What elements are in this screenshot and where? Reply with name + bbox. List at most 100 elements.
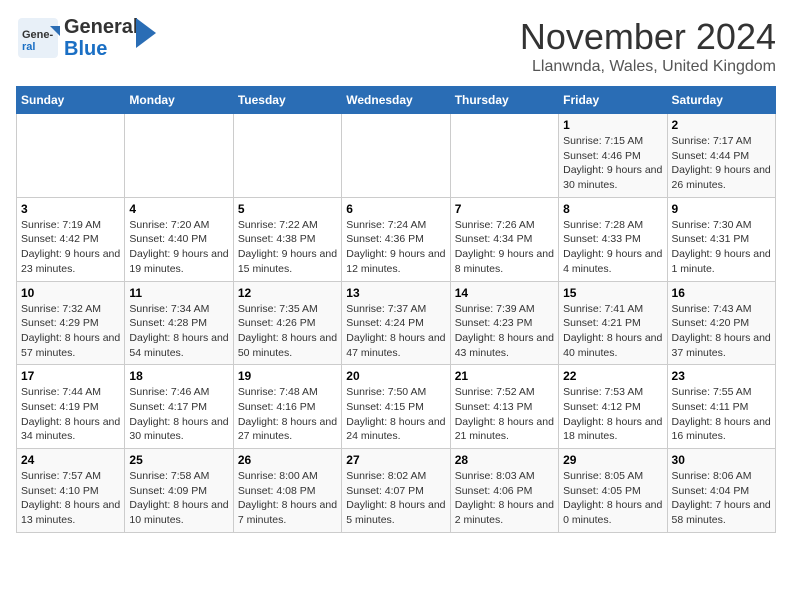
day-info: Sunrise: 7:44 AMSunset: 4:19 PMDaylight:… — [21, 385, 120, 444]
day-number: 2 — [672, 118, 771, 132]
day-info: Sunrise: 7:43 AMSunset: 4:20 PMDaylight:… — [672, 302, 771, 361]
weekday-header-monday: Monday — [125, 87, 233, 114]
day-info: Sunrise: 8:02 AMSunset: 4:07 PMDaylight:… — [346, 469, 445, 528]
day-number: 13 — [346, 286, 445, 300]
day-info: Sunrise: 7:50 AMSunset: 4:15 PMDaylight:… — [346, 385, 445, 444]
day-number: 5 — [238, 202, 337, 216]
day-info: Sunrise: 7:52 AMSunset: 4:13 PMDaylight:… — [455, 385, 554, 444]
day-number: 15 — [563, 286, 662, 300]
calendar-cell — [233, 114, 341, 198]
calendar-cell: 28 Sunrise: 8:03 AMSunset: 4:06 PMDayligh… — [450, 449, 558, 533]
calendar-cell — [125, 114, 233, 198]
calendar-cell: 24Sunrise: 7:57 AMSunset: 4:10 PMDayligh… — [17, 449, 125, 533]
calendar-cell: 19 Sunrise: 7:48 AMSunset: 4:16 PMDayligh… — [233, 365, 341, 449]
svg-text:ral: ral — [22, 41, 35, 53]
calendar-cell: 20 Sunrise: 7:50 AMSunset: 4:15 PMDayligh… — [342, 365, 450, 449]
logo-icon: Gene- ral — [16, 16, 60, 60]
day-number: 14 — [455, 286, 554, 300]
title-area: November 2024 Llanwnda, Wales, United Ki… — [520, 16, 776, 76]
weekday-header-thursday: Thursday — [450, 87, 558, 114]
day-number: 7 — [455, 202, 554, 216]
weekday-header-sunday: Sunday — [17, 87, 125, 114]
logo: Gene- ral General Blue — [16, 16, 156, 60]
calendar-cell: 15 Sunrise: 7:41 AMSunset: 4:21 PMDayligh… — [559, 281, 667, 365]
calendar-week-5: 24Sunrise: 7:57 AMSunset: 4:10 PMDayligh… — [17, 449, 776, 533]
day-info: Sunrise: 7:37 AMSunset: 4:24 PMDaylight:… — [346, 302, 445, 361]
month-title: November 2024 — [520, 16, 776, 58]
calendar-cell: 9 Sunrise: 7:30 AMSunset: 4:31 PMDaylight… — [667, 197, 775, 281]
day-info: Sunrise: 7:39 AMSunset: 4:23 PMDaylight:… — [455, 302, 554, 361]
calendar-cell: 30 Sunrise: 8:06 AMSunset: 4:04 PMDayligh… — [667, 449, 775, 533]
svg-text:Gene-: Gene- — [22, 29, 54, 41]
day-number: 22 — [563, 369, 662, 383]
day-info: Sunrise: 7:26 AMSunset: 4:34 PMDaylight:… — [455, 218, 554, 277]
day-info: Sunrise: 7:48 AMSunset: 4:16 PMDaylight:… — [238, 385, 337, 444]
day-info: Sunrise: 7:35 AMSunset: 4:26 PMDaylight:… — [238, 302, 337, 361]
day-number: 8 — [563, 202, 662, 216]
day-number: 12 — [238, 286, 337, 300]
day-info: Sunrise: 7:15 AMSunset: 4:46 PMDaylight:… — [563, 134, 662, 193]
calendar-body: 1 Sunrise: 7:15 AMSunset: 4:46 PMDaylight… — [17, 114, 776, 533]
calendar-cell: 10 Sunrise: 7:32 AMSunset: 4:29 PMDayligh… — [17, 281, 125, 365]
calendar-cell: 4Sunrise: 7:20 AMSunset: 4:40 PMDaylight… — [125, 197, 233, 281]
day-info: Sunrise: 7:17 AMSunset: 4:44 PMDaylight:… — [672, 134, 771, 193]
calendar-cell: 23 Sunrise: 7:55 AMSunset: 4:11 PMDayligh… — [667, 365, 775, 449]
calendar-cell: 5 Sunrise: 7:22 AMSunset: 4:38 PMDaylight… — [233, 197, 341, 281]
day-number: 24 — [21, 453, 120, 467]
calendar-cell: 16 Sunrise: 7:43 AMSunset: 4:20 PMDayligh… — [667, 281, 775, 365]
day-number: 9 — [672, 202, 771, 216]
calendar-cell: 26Sunrise: 8:00 AMSunset: 4:08 PMDayligh… — [233, 449, 341, 533]
location-title: Llanwnda, Wales, United Kingdom — [520, 58, 776, 76]
calendar-cell: 6 Sunrise: 7:24 AMSunset: 4:36 PMDaylight… — [342, 197, 450, 281]
calendar-cell: 22Sunrise: 7:53 AMSunset: 4:12 PMDayligh… — [559, 365, 667, 449]
day-info: Sunrise: 7:24 AMSunset: 4:36 PMDaylight:… — [346, 218, 445, 277]
day-number: 25 — [129, 453, 228, 467]
calendar-cell — [450, 114, 558, 198]
calendar-cell: 3 Sunrise: 7:19 AMSunset: 4:42 PMDaylight… — [17, 197, 125, 281]
day-number: 10 — [21, 286, 120, 300]
day-number: 19 — [238, 369, 337, 383]
day-number: 29 — [563, 453, 662, 467]
day-number: 17 — [21, 369, 120, 383]
calendar-cell: 14 Sunrise: 7:39 AMSunset: 4:23 PMDayligh… — [450, 281, 558, 365]
day-number: 21 — [455, 369, 554, 383]
day-number: 23 — [672, 369, 771, 383]
calendar-cell: 13 Sunrise: 7:37 AMSunset: 4:24 PMDayligh… — [342, 281, 450, 365]
logo-name-general: General — [64, 16, 138, 38]
day-info: Sunrise: 7:55 AMSunset: 4:11 PMDaylight:… — [672, 385, 771, 444]
calendar-cell: 1 Sunrise: 7:15 AMSunset: 4:46 PMDaylight… — [559, 114, 667, 198]
day-info: Sunrise: 7:30 AMSunset: 4:31 PMDaylight:… — [672, 218, 771, 277]
calendar-cell: 2 Sunrise: 7:17 AMSunset: 4:44 PMDaylight… — [667, 114, 775, 198]
day-info: Sunrise: 7:32 AMSunset: 4:29 PMDaylight:… — [21, 302, 120, 361]
logo-name-blue: Blue — [64, 38, 138, 60]
day-number: 3 — [21, 202, 120, 216]
logo-triangle-icon — [136, 18, 156, 48]
day-number: 6 — [346, 202, 445, 216]
day-info: Sunrise: 8:06 AMSunset: 4:04 PMDaylight:… — [672, 469, 771, 528]
day-number: 28 — [455, 453, 554, 467]
weekday-header-wednesday: Wednesday — [342, 87, 450, 114]
day-info: Sunrise: 8:00 AMSunset: 4:08 PMDaylight:… — [238, 469, 337, 528]
calendar-cell: 18Sunrise: 7:46 AMSunset: 4:17 PMDayligh… — [125, 365, 233, 449]
calendar-cell — [17, 114, 125, 198]
day-number: 20 — [346, 369, 445, 383]
header: Gene- ral General Blue November 2024 Lla… — [16, 16, 776, 76]
day-number: 16 — [672, 286, 771, 300]
day-number: 4 — [129, 202, 228, 216]
day-info: Sunrise: 7:41 AMSunset: 4:21 PMDaylight:… — [563, 302, 662, 361]
calendar-cell: 7 Sunrise: 7:26 AMSunset: 4:34 PMDaylight… — [450, 197, 558, 281]
calendar-week-1: 1 Sunrise: 7:15 AMSunset: 4:46 PMDaylight… — [17, 114, 776, 198]
calendar-cell: 11Sunrise: 7:34 AMSunset: 4:28 PMDayligh… — [125, 281, 233, 365]
day-info: Sunrise: 7:58 AMSunset: 4:09 PMDaylight:… — [129, 469, 228, 528]
day-number: 27 — [346, 453, 445, 467]
day-info: Sunrise: 7:28 AMSunset: 4:33 PMDaylight:… — [563, 218, 662, 277]
day-info: Sunrise: 7:19 AMSunset: 4:42 PMDaylight:… — [21, 218, 120, 277]
day-number: 18 — [129, 369, 228, 383]
day-info: Sunrise: 8:03 AMSunset: 4:06 PMDaylight:… — [455, 469, 554, 528]
day-number: 30 — [672, 453, 771, 467]
day-info: Sunrise: 8:05 AMSunset: 4:05 PMDaylight:… — [563, 469, 662, 528]
calendar-cell: 29 Sunrise: 8:05 AMSunset: 4:05 PMDayligh… — [559, 449, 667, 533]
day-number: 1 — [563, 118, 662, 132]
day-info: Sunrise: 7:22 AMSunset: 4:38 PMDaylight:… — [238, 218, 337, 277]
calendar-cell: 21 Sunrise: 7:52 AMSunset: 4:13 PMDayligh… — [450, 365, 558, 449]
